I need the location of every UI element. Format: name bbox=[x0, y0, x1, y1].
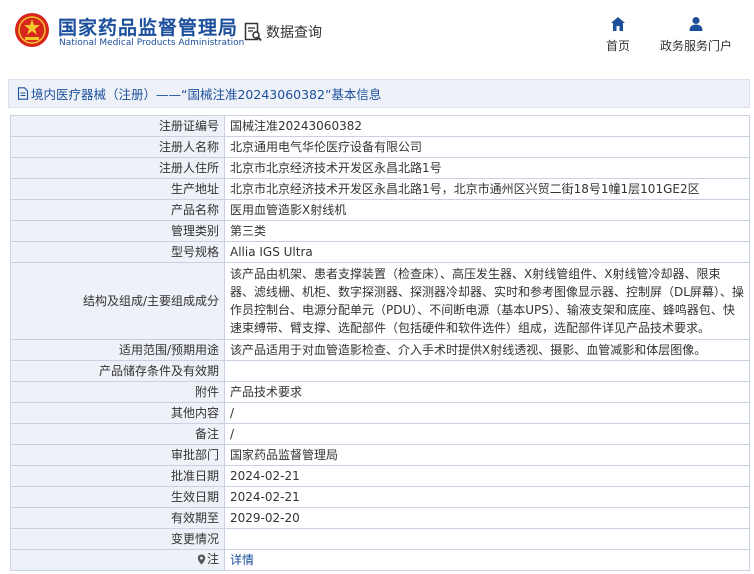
registration-number: 国械注准20243060382 bbox=[224, 115, 750, 137]
row-label: 注册人住所 bbox=[10, 157, 225, 179]
row-label: 批准日期 bbox=[10, 465, 225, 487]
table-row: 管理类别 第三类 bbox=[10, 220, 750, 242]
row-label: 审批部门 bbox=[10, 444, 225, 466]
note-value: 详情 bbox=[224, 549, 750, 571]
row-label: 有效期至 bbox=[10, 507, 225, 529]
attachment: 产品技术要求 bbox=[224, 381, 750, 403]
data-query-label: 数据查询 bbox=[266, 25, 322, 41]
table-row: 附件 产品技术要求 bbox=[10, 381, 750, 403]
national-emblem-icon bbox=[15, 13, 49, 47]
table-row: 审批部门 国家药品监督管理局 bbox=[10, 444, 750, 466]
table-row: 型号规格 Allia IGS Ultra bbox=[10, 241, 750, 263]
table-row: 产品储存条件及有效期 bbox=[10, 360, 750, 382]
home-icon bbox=[611, 17, 625, 31]
table-row: 其他内容 / bbox=[10, 402, 750, 424]
product-name: 医用血管造影X射线机 bbox=[224, 199, 750, 221]
expiry-date: 2029-02-20 bbox=[224, 507, 750, 529]
production-address: 北京市北京经济技术开发区永昌北路1号，北京市通州区兴贸二街18号1幢1层101G… bbox=[224, 178, 750, 200]
row-label: 管理类别 bbox=[10, 220, 225, 242]
row-label: 注册人名称 bbox=[10, 136, 225, 158]
brand-subtitle: National Medical Products Administration bbox=[59, 38, 245, 48]
registrant-address: 北京市北京经济技术开发区永昌北路1号 bbox=[224, 157, 750, 179]
nav-service-portal[interactable]: 政务服务门户 bbox=[660, 16, 732, 54]
details-link[interactable]: 详情 bbox=[230, 553, 254, 567]
document-search-icon bbox=[244, 22, 262, 42]
row-label: 注册证编号 bbox=[10, 115, 225, 137]
approval-department: 国家药品监督管理局 bbox=[224, 444, 750, 466]
row-label: 附件 bbox=[10, 381, 225, 403]
model-spec: Allia IGS Ultra bbox=[224, 241, 750, 263]
management-category: 第三类 bbox=[224, 220, 750, 242]
row-label: 型号规格 bbox=[10, 241, 225, 263]
structure-composition: 该产品由机架、患者支撑装置（检查床）、高压发生器、X射线管组件、X射线管冷却器、… bbox=[224, 262, 750, 340]
table-row: 批准日期 2024-02-21 bbox=[10, 465, 750, 487]
brand-title: 国家药品监督管理局 bbox=[58, 17, 239, 39]
note-label: 注 bbox=[206, 552, 219, 567]
row-label: 其他内容 bbox=[10, 402, 225, 424]
row-label: 生效日期 bbox=[10, 486, 225, 508]
user-icon bbox=[689, 17, 703, 31]
table-row: 结构及组成/主要组成成分 该产品由机架、患者支撑装置（检查床）、高压发生器、X射… bbox=[10, 262, 750, 340]
row-label: 适用范围/预期用途 bbox=[10, 339, 225, 361]
table-row: 备注 / bbox=[10, 423, 750, 445]
note-label-wrap: 注 bbox=[197, 550, 219, 568]
approval-date: 2024-02-21 bbox=[224, 465, 750, 487]
row-label: 结构及组成/主要组成成分 bbox=[10, 262, 225, 340]
row-label: 生产地址 bbox=[10, 178, 225, 200]
table-row: 注册人名称 北京通用电气华伦医疗设备有限公司 bbox=[10, 136, 750, 158]
row-label: 变更情况 bbox=[10, 528, 225, 550]
breadcrumb-text: 境内医疗器械（注册）——“国械注准20243060382”基本信息 bbox=[31, 87, 382, 102]
document-icon bbox=[17, 87, 29, 100]
table-row: 注 详情 bbox=[10, 549, 750, 571]
row-label: 备注 bbox=[10, 423, 225, 445]
table-row: 产品名称 医用血管造影X射线机 bbox=[10, 199, 750, 221]
nav-home[interactable]: 首页 bbox=[606, 16, 630, 54]
storage-conditions bbox=[224, 360, 750, 382]
table-row: 变更情况 bbox=[10, 528, 750, 550]
nav-home-label: 首页 bbox=[606, 39, 631, 53]
data-query-link[interactable]: 数据查询 bbox=[244, 22, 322, 42]
row-label: 产品储存条件及有效期 bbox=[10, 360, 225, 382]
table-row: 注册人住所 北京市北京经济技术开发区永昌北路1号 bbox=[10, 157, 750, 179]
registration-info-table: 注册证编号 国械注准20243060382 注册人名称 北京通用电气华伦医疗设备… bbox=[10, 115, 750, 571]
table-row: 生产地址 北京市北京经济技术开发区永昌北路1号，北京市通州区兴贸二街18号1幢1… bbox=[10, 178, 750, 200]
nav-portal-label: 政务服务门户 bbox=[660, 39, 733, 53]
intended-use: 该产品适用于对血管造影检查、介入手术时提供X射线透视、摄影、血管减影和体层图像。 bbox=[224, 339, 750, 361]
change-status bbox=[224, 528, 750, 550]
effective-date: 2024-02-21 bbox=[224, 486, 750, 508]
breadcrumb: 境内医疗器械（注册）——“国械注准20243060382”基本信息 bbox=[8, 79, 750, 108]
row-label: 产品名称 bbox=[10, 199, 225, 221]
table-row: 注册证编号 国械注准20243060382 bbox=[10, 115, 750, 137]
remarks: / bbox=[224, 423, 750, 445]
site-header: 国家药品监督管理局 National Medical Products Admi… bbox=[0, 0, 754, 74]
other-content: / bbox=[224, 402, 750, 424]
table-row: 适用范围/预期用途 该产品适用于对血管造影检查、介入手术时提供X射线透视、摄影、… bbox=[10, 339, 750, 361]
table-row: 有效期至 2029-02-20 bbox=[10, 507, 750, 529]
note-row-label: 注 bbox=[10, 549, 225, 571]
table-row: 生效日期 2024-02-21 bbox=[10, 486, 750, 508]
registrant-name: 北京通用电气华伦医疗设备有限公司 bbox=[224, 136, 750, 158]
location-pin-icon bbox=[197, 554, 206, 565]
